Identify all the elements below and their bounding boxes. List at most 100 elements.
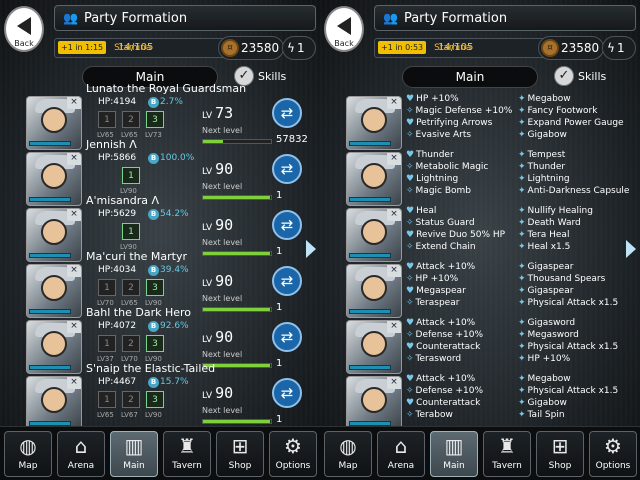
skill-line: ♥ Counterattack (406, 398, 480, 408)
skill-slot[interactable]: 1 (98, 391, 116, 408)
unit-portrait[interactable]: × (346, 208, 402, 262)
back-button[interactable]: Back (324, 6, 364, 52)
skill-line: ✧ Extend Chain (406, 242, 476, 252)
xp-bar (202, 251, 272, 256)
nav-map-button[interactable]: ◍ Map (324, 431, 372, 477)
skill-icon: ♥ (406, 206, 415, 216)
nav-arena-button[interactable]: ⌂ Arena (57, 431, 105, 477)
nav-options-button[interactable]: ⚙ Options (589, 431, 637, 477)
skill-line: ✦ Heal x1.5 (518, 242, 570, 252)
unit-portrait[interactable]: × (346, 264, 402, 318)
skill-name: Expand Power Gauge (527, 118, 624, 128)
swap-unit-button[interactable]: ⇄ (272, 154, 302, 184)
skill-name: Attack +10% (416, 262, 476, 272)
swap-unit-button[interactable]: ⇄ (272, 266, 302, 296)
next-level-label: Next level (202, 406, 243, 415)
unit-burst-gauge: B 92.6% (148, 321, 189, 332)
nav-tavern-button[interactable]: ♜ Tavern (163, 431, 211, 477)
nav-main-button[interactable]: ▥ Main (430, 431, 478, 477)
back-button[interactable]: Back (4, 6, 44, 52)
unit-portrait[interactable]: × (346, 376, 402, 426)
skill-icon: ✦ (518, 218, 526, 228)
skill-icon: ✦ (518, 94, 526, 104)
skill-name: Physical Attack x1.5 (527, 342, 619, 352)
nav-shop-button[interactable]: ⊞ Shop (216, 431, 264, 477)
main-party-button[interactable]: Main (402, 66, 538, 88)
bolt-counter: ϟ1 (602, 36, 636, 60)
level-value: 90 (215, 272, 234, 290)
swap-unit-button[interactable]: ⇄ (272, 210, 302, 240)
unit-portrait[interactable]: × (26, 320, 82, 374)
skill-slot[interactable]: 3 (146, 111, 164, 128)
skill-slot[interactable]: 2 (122, 279, 140, 296)
skill-name: Thunder (527, 162, 566, 172)
skill-slot[interactable]: 3 (146, 335, 164, 352)
skill-icon: ✧ (406, 330, 414, 340)
xp-bar (202, 139, 272, 144)
skill-name: Defense +10% (415, 330, 484, 340)
unit-name: S'naip the Elastic-Tailed (86, 362, 216, 375)
main-icon: ▥ (124, 434, 144, 458)
skill-icon: ♥ (406, 374, 415, 384)
skill-row: × ♥ Thunder ✧ Metabolic Magic ♥ Lightning ✧ Magi… (346, 150, 636, 206)
skill-slot[interactable]: 3 (146, 279, 164, 296)
skill-slot[interactable]: 1 (98, 279, 116, 296)
shop-icon: ⊞ (551, 434, 569, 458)
unit-portrait[interactable]: × (26, 96, 82, 150)
swap-unit-button[interactable]: ⇄ (272, 98, 302, 128)
page-title: 👥 Party Formation (374, 5, 636, 31)
unit-portrait[interactable]: × (26, 376, 82, 426)
level-label: LV (202, 279, 213, 289)
skill-slot[interactable]: 1 (122, 223, 140, 240)
skill-slot[interactable]: 2 (122, 391, 140, 408)
next-page-arrow-icon[interactable] (306, 240, 316, 258)
nav-label: Main (123, 461, 145, 471)
nav-options-button[interactable]: ⚙ Options (269, 431, 317, 477)
main-icon: ▥ (444, 434, 464, 458)
skill-name: Megabow (527, 374, 571, 384)
unit-portrait[interactable]: × (26, 264, 82, 318)
skill-slot[interactable]: 3 (146, 391, 164, 408)
skill-slot[interactable]: 1 (98, 111, 116, 128)
unit-portrait[interactable]: × (346, 152, 402, 206)
skill-icon: ✦ (518, 130, 526, 140)
skill-level: LV65 (97, 411, 114, 419)
stamina-bar: +1 in 1:15 Stamina 14/105 (54, 38, 226, 58)
skill-slot[interactable]: 2 (122, 335, 140, 352)
portrait-hp-bar (29, 197, 71, 202)
nav-shop-button[interactable]: ⊞ Shop (536, 431, 584, 477)
unit-portrait[interactable]: × (26, 208, 82, 262)
skill-slot[interactable]: 1 (98, 335, 116, 352)
nav-arena-button[interactable]: ⌂ Arena (377, 431, 425, 477)
tavern-icon: ♜ (178, 434, 196, 458)
next-page-arrow-icon[interactable] (626, 240, 636, 258)
skills-checkbox[interactable]: ✓ (554, 66, 574, 86)
swap-unit-button[interactable]: ⇄ (272, 378, 302, 408)
skill-slot[interactable]: 1 (122, 167, 140, 184)
class-tag-icon: × (67, 265, 81, 277)
unit-level: LV 90 (202, 160, 233, 178)
class-tag-icon: × (67, 377, 81, 389)
swap-unit-button[interactable]: ⇄ (272, 322, 302, 352)
portrait-face (361, 331, 387, 357)
skill-line: ✧ Evasive Arts (406, 130, 471, 140)
class-tag-icon: × (67, 209, 81, 221)
portrait-face (41, 387, 67, 413)
skill-line: ✦ Gigaspear (518, 262, 573, 272)
skill-line: ♥ Megaspear (406, 286, 466, 296)
skill-icon: ✦ (518, 354, 526, 364)
tavern-icon: ♜ (498, 434, 516, 458)
unit-portrait[interactable]: × (346, 96, 402, 150)
nav-map-button[interactable]: ◍ Map (4, 431, 52, 477)
skill-icon: ♥ (406, 342, 415, 352)
skill-slot[interactable]: 2 (122, 111, 140, 128)
nav-tavern-button[interactable]: ♜ Tavern (483, 431, 531, 477)
skill-line: ✦ Physical Attack x1.5 (518, 386, 618, 396)
burst-icon: B (148, 377, 159, 388)
portrait-hp-bar (349, 253, 391, 258)
unit-portrait[interactable]: × (26, 152, 82, 206)
skill-icon: ✧ (406, 410, 414, 420)
unit-portrait[interactable]: × (346, 320, 402, 374)
unit-level: LV 73 (202, 104, 233, 122)
nav-main-button[interactable]: ▥ Main (110, 431, 158, 477)
